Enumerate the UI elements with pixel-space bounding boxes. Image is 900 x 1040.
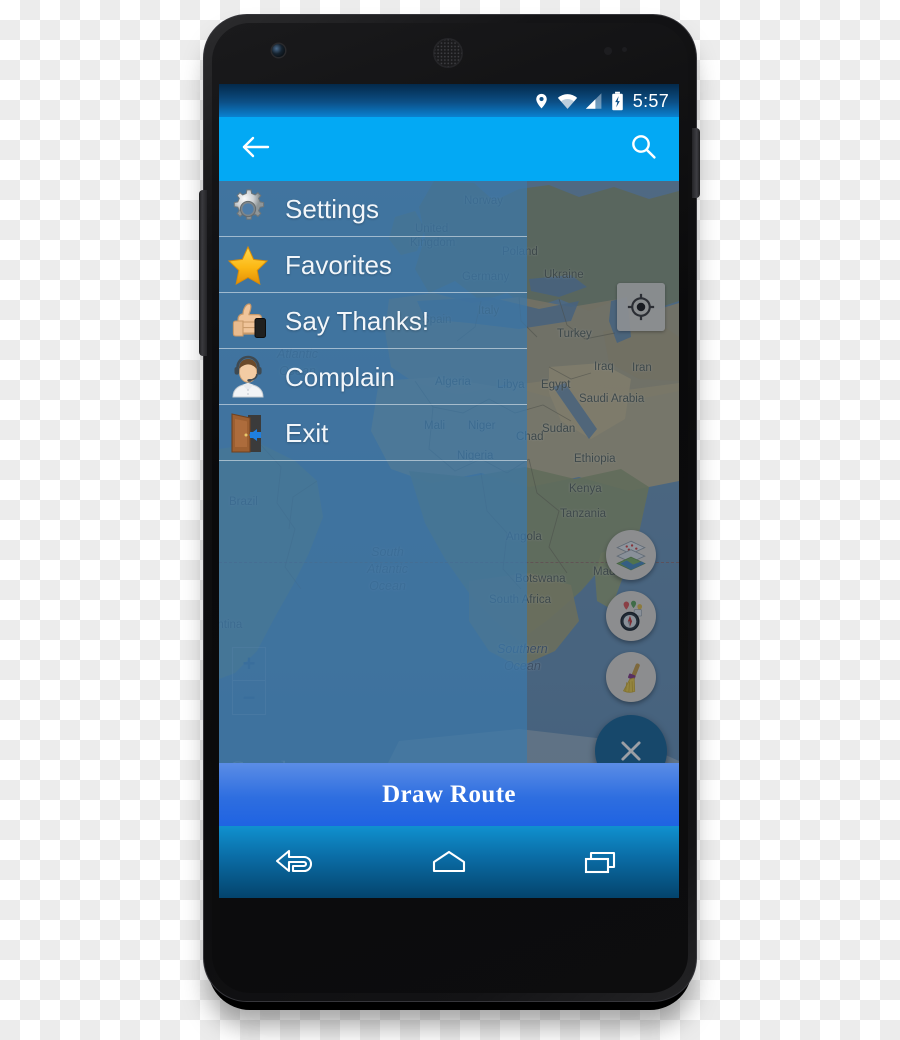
location-pin-icon [533,91,550,111]
clear-fab[interactable] [606,652,656,702]
close-x-icon [621,741,641,761]
markers-fab[interactable] [606,591,656,641]
action-bar [219,117,679,181]
gear-icon [223,185,273,233]
wifi-icon [557,92,578,110]
search-icon[interactable] [630,133,657,165]
drawer-item-exit[interactable]: Exit [219,405,527,461]
draw-route-label: Draw Route [382,780,516,808]
system-navigation-bar [219,826,679,898]
proximity-sensor-icon [604,47,612,55]
cellular-signal-icon [585,92,604,110]
draw-route-button[interactable]: Draw Route [219,763,679,826]
ambient-light-sensor-icon [622,47,627,52]
markers-compass-icon [620,600,643,631]
map-layers-icon [616,540,646,571]
star-icon [223,241,273,289]
drawer-item-favorites[interactable]: Favorites [219,237,527,293]
back-arrow-icon[interactable] [241,134,271,165]
home-key[interactable] [404,826,494,898]
phone-screen: NorwayUnitedKingdomPolandGermanyUkraineI… [219,84,679,898]
support-agent-icon [223,353,273,401]
drawer-item-label: Settings [285,193,379,224]
navigation-drawer[interactable]: Settings Favorites Say Thanks! Complain … [219,181,527,801]
back-key[interactable] [251,826,341,898]
status-bar-clock: 5:57 [632,90,669,111]
nav-back-icon [275,849,312,873]
layers-fab[interactable] [606,530,656,580]
drawer-item-complain[interactable]: Complain [219,349,527,405]
drawer-item-label: Say Thanks! [285,305,430,336]
drawer-item-label: Favorites [285,249,392,280]
power-button[interactable] [692,128,700,198]
drawer-item-say-thanks[interactable]: Say Thanks! [219,293,527,349]
earpiece-speaker-icon [433,38,463,68]
nav-home-icon [432,850,466,873]
broom-icon [622,663,640,693]
fab-stack[interactable] [595,530,667,787]
my-location-button[interactable] [617,283,665,331]
thumbs-up-icon [223,297,273,345]
my-location-crosshair-icon [627,293,655,321]
volume-button[interactable] [199,190,207,356]
front-camera-icon [272,44,285,57]
drawer-item-label: Exit [285,417,329,448]
drawer-item-settings[interactable]: Settings [219,181,527,237]
nav-recents-icon [585,851,616,874]
battery-charging-icon [611,91,624,111]
status-bar: 5:57 [219,84,679,117]
recents-key[interactable] [557,826,647,898]
drawer-item-label: Complain [285,361,395,392]
exit-door-icon [223,409,273,457]
